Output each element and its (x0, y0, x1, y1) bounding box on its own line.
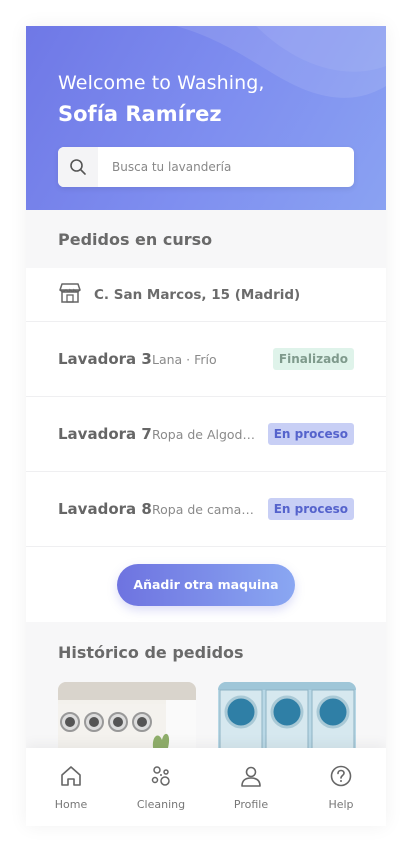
user-icon (239, 764, 263, 792)
store-icon (58, 282, 82, 308)
order-row[interactable]: Lavadora 3 Lana · Frío Finalizado (26, 322, 386, 397)
nav-item-profile[interactable]: Profile (211, 764, 291, 811)
order-row[interactable]: Lavadora 7 Ropa de Algodón · Templado En… (26, 397, 386, 472)
nav-item-help[interactable]: Help (301, 764, 381, 811)
bubbles-icon (149, 764, 173, 792)
laundry-address-row[interactable]: C. San Marcos, 15 (Madrid) (26, 268, 386, 322)
welcome-text: Welcome to Washing, (58, 72, 265, 94)
machine-name: Lavadora 3 (58, 350, 152, 368)
order-description: Lana · Frío (152, 351, 217, 367)
nav-label: Cleaning (136, 797, 186, 811)
order-description: Ropa de cama · Caliente (152, 501, 268, 517)
current-orders-title: Pedidos en curso (58, 230, 213, 249)
search-input[interactable] (112, 160, 342, 174)
history-title: Histórico de pedidos (58, 643, 244, 662)
welcome-header: Welcome to Washing, Sofía Ramírez (26, 26, 386, 210)
home-icon (59, 764, 83, 792)
status-badge: En proceso (267, 498, 354, 520)
search-icon[interactable] (58, 147, 98, 187)
status-badge: En proceso (267, 423, 354, 445)
search-bar[interactable] (58, 147, 354, 187)
user-name: Sofía Ramírez (58, 102, 222, 126)
app-screen: Welcome to Washing, Sofía Ramírez Pedido… (26, 26, 386, 826)
machine-name: Lavadora 7 (58, 425, 152, 443)
help-icon (329, 764, 353, 792)
status-badge: Finalizado (272, 348, 354, 370)
order-description: Ropa de Algodón · Templado (152, 426, 268, 442)
order-row[interactable]: Lavadora 8 Ropa de cama · Caliente En pr… (26, 472, 386, 547)
nav-label: Profile (233, 797, 269, 811)
nav-label: Home (54, 797, 88, 811)
bottom-navigation: Home Cleaning Profile Help (26, 748, 386, 826)
add-machine-button[interactable]: Añadir otra maquina (117, 563, 295, 606)
current-orders-card: C. San Marcos, 15 (Madrid) Lavadora 3 La… (26, 268, 386, 622)
nav-label: Help (328, 797, 354, 811)
nav-item-cleaning[interactable]: Cleaning (121, 764, 201, 811)
machine-name: Lavadora 8 (58, 500, 152, 518)
laundry-address: C. San Marcos, 15 (Madrid) (94, 286, 301, 303)
nav-item-home[interactable]: Home (31, 764, 111, 811)
add-machine-wrap: Añadir otra maquina (26, 547, 386, 622)
